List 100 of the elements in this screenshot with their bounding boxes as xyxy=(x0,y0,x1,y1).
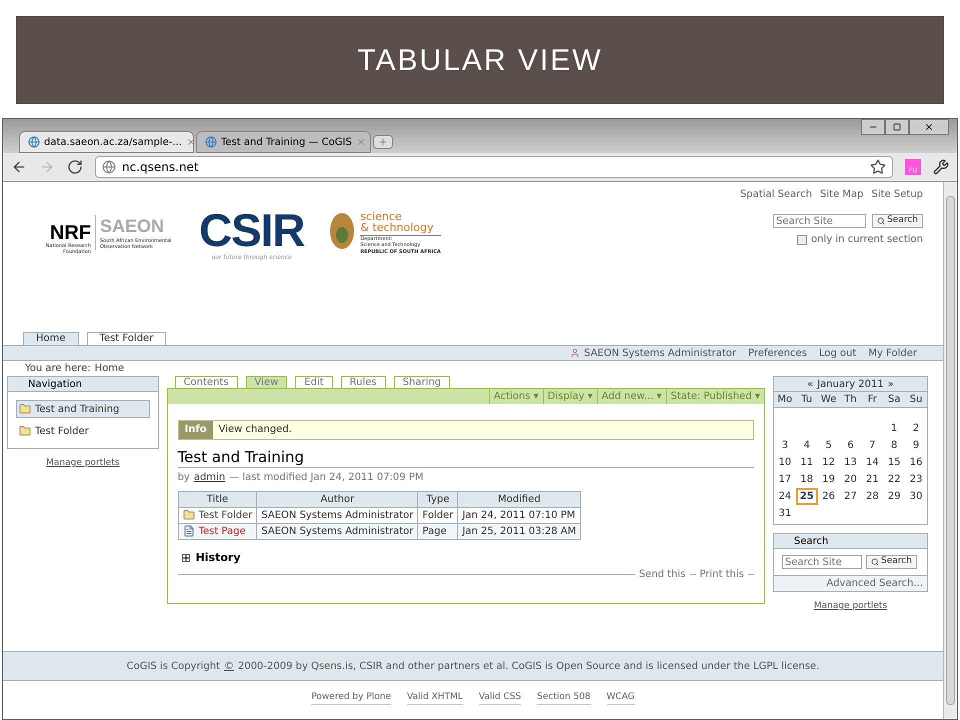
calendar-day[interactable]: 14 xyxy=(861,454,884,471)
expand-toggle[interactable] xyxy=(182,554,190,562)
search-icon xyxy=(877,217,886,225)
content-tab[interactable]: Edit xyxy=(295,376,333,388)
site-action-link[interactable]: Spatial Search xyxy=(740,187,812,202)
calendar-day[interactable]: 10 xyxy=(774,454,796,471)
calendar-day[interactable]: 1 xyxy=(883,420,905,437)
calendar-day[interactable]: 27 xyxy=(840,488,862,505)
close-icon xyxy=(924,122,934,132)
navigation-item[interactable]: Test and Training xyxy=(16,400,150,418)
calendar-day[interactable]: 3 xyxy=(774,437,796,454)
colophon-link[interactable]: Valid XHTML xyxy=(407,690,463,706)
calendar-day[interactable]: 24 xyxy=(774,488,796,505)
calendar-day[interactable]: 22 xyxy=(883,471,906,488)
folder-icon xyxy=(182,509,195,522)
wrench-icon[interactable] xyxy=(933,159,949,175)
maximize-icon xyxy=(893,123,901,131)
breadcrumb-label: You are here: xyxy=(25,362,91,376)
calendar-day[interactable]: 15 xyxy=(883,454,906,471)
calendar-day[interactable]: 6 xyxy=(840,437,862,454)
close-button[interactable] xyxy=(909,119,949,135)
search-field[interactable]: Search Site xyxy=(773,214,866,228)
weekday-label: Sa xyxy=(886,393,902,407)
calendar-day[interactable]: 5 xyxy=(818,437,840,454)
calendar-day[interactable]: 20 xyxy=(840,471,862,488)
calendar-day[interactable]: 13 xyxy=(840,454,862,471)
nrf-logo: NRF xyxy=(50,223,91,243)
calendar-day[interactable]: 21 xyxy=(861,471,884,488)
copyright-link[interactable]: © xyxy=(224,658,234,674)
item-link[interactable]: Test Page xyxy=(198,524,246,539)
item-link[interactable]: Test Folder xyxy=(198,508,252,523)
calendar-day[interactable]: 25 xyxy=(796,488,818,505)
manage-portlets-link[interactable]: Manage portlets xyxy=(46,457,120,470)
browser-tab[interactable]: Test and Training — CoGIS xyxy=(196,131,371,153)
column-header: Title xyxy=(178,491,257,508)
portlet-title: Search xyxy=(774,534,927,549)
next-month-link[interactable]: » xyxy=(888,376,894,392)
manage-portlets-link[interactable]: Manage portlets xyxy=(814,600,888,614)
reload-icon[interactable] xyxy=(67,159,83,175)
colophon-link[interactable]: Section 508 xyxy=(537,690,591,706)
calendar-day[interactable]: 9 xyxy=(905,437,928,454)
search-button[interactable]: Search xyxy=(866,555,917,569)
page-icon xyxy=(182,525,195,538)
close-icon[interactable] xyxy=(186,137,196,147)
user-icon xyxy=(570,348,580,358)
content-tab[interactable]: Sharing xyxy=(394,376,450,388)
browser-tab[interactable]: data.saeon.ac.za/sample-... xyxy=(19,131,194,153)
document-action-link[interactable]: Send this xyxy=(634,567,690,582)
document-title: Test and Training xyxy=(178,448,754,468)
author-link[interactable]: admin xyxy=(194,470,226,485)
calendar-day[interactable]: 2 xyxy=(905,420,927,437)
scrollbar[interactable] xyxy=(943,182,957,719)
section-tab[interactable]: Home xyxy=(23,332,79,345)
history-heading[interactable]: History xyxy=(196,550,240,566)
breadcrumb-link[interactable]: Home xyxy=(94,361,124,376)
search-button[interactable]: Search xyxy=(872,214,923,228)
calendar-day[interactable]: 8 xyxy=(883,437,906,454)
table-cell: Jan 24, 2011 07:10 PM xyxy=(458,507,581,524)
colophon-link[interactable]: WCAG xyxy=(606,690,635,706)
column-header: Modified xyxy=(458,491,581,508)
calendar-day[interactable]: 7 xyxy=(861,437,884,454)
maximize-button[interactable] xyxy=(885,119,909,135)
new-tab-button[interactable] xyxy=(373,135,393,149)
calendar-day[interactable]: 12 xyxy=(818,454,840,471)
content-tab[interactable]: Contents xyxy=(174,376,238,388)
navigation-item[interactable]: Test Folder xyxy=(16,422,150,440)
calendar-day[interactable]: 18 xyxy=(796,471,818,488)
calendar-day[interactable]: 31 xyxy=(774,505,796,522)
calendar-month: January 2011 xyxy=(817,378,884,392)
navigation-label: Test Folder xyxy=(35,424,89,438)
personal-link[interactable]: Preferences xyxy=(748,346,807,360)
back-icon[interactable] xyxy=(11,159,27,175)
byline-text: by xyxy=(178,470,190,485)
table-cell: SAEON Systems Administrator xyxy=(256,523,418,540)
calendar-day[interactable]: 11 xyxy=(796,454,818,471)
calendar-day[interactable]: 29 xyxy=(883,488,906,505)
section-tab[interactable]: Test Folder xyxy=(86,332,166,345)
colophon-link[interactable]: Powered by Plone xyxy=(311,690,392,706)
previous-month-link[interactable]: « xyxy=(807,376,814,392)
calendar-day[interactable]: 28 xyxy=(861,488,884,505)
star-icon[interactable] xyxy=(870,159,886,175)
site-action-link[interactable]: Site Setup xyxy=(872,187,923,202)
calendar-day[interactable]: 16 xyxy=(905,454,928,471)
calendar-day[interactable]: 23 xyxy=(905,471,928,488)
search-field[interactable]: Search Site xyxy=(782,555,862,569)
document-action-link[interactable]: Print this xyxy=(696,567,748,582)
personal-link[interactable]: My Folder xyxy=(868,346,917,360)
calendar-day[interactable]: 4 xyxy=(796,437,818,454)
calendar-day[interactable]: 19 xyxy=(818,471,840,488)
site-action-link[interactable]: Site Map xyxy=(820,187,864,202)
calendar-day[interactable]: 17 xyxy=(774,471,796,488)
user-link[interactable]: SAEON Systems Administrator xyxy=(584,346,736,360)
content-tab[interactable]: Rules xyxy=(340,376,386,388)
calendar-day[interactable]: 26 xyxy=(818,488,840,505)
personal-link[interactable]: Log out xyxy=(818,346,856,360)
column-header: Type xyxy=(418,491,458,508)
colophon-link[interactable]: Valid CSS xyxy=(478,690,522,706)
checkbox[interactable] xyxy=(797,234,808,244)
calendar-day[interactable]: 30 xyxy=(905,488,928,505)
address-bar[interactable]: nc.qsens.net xyxy=(95,156,893,178)
